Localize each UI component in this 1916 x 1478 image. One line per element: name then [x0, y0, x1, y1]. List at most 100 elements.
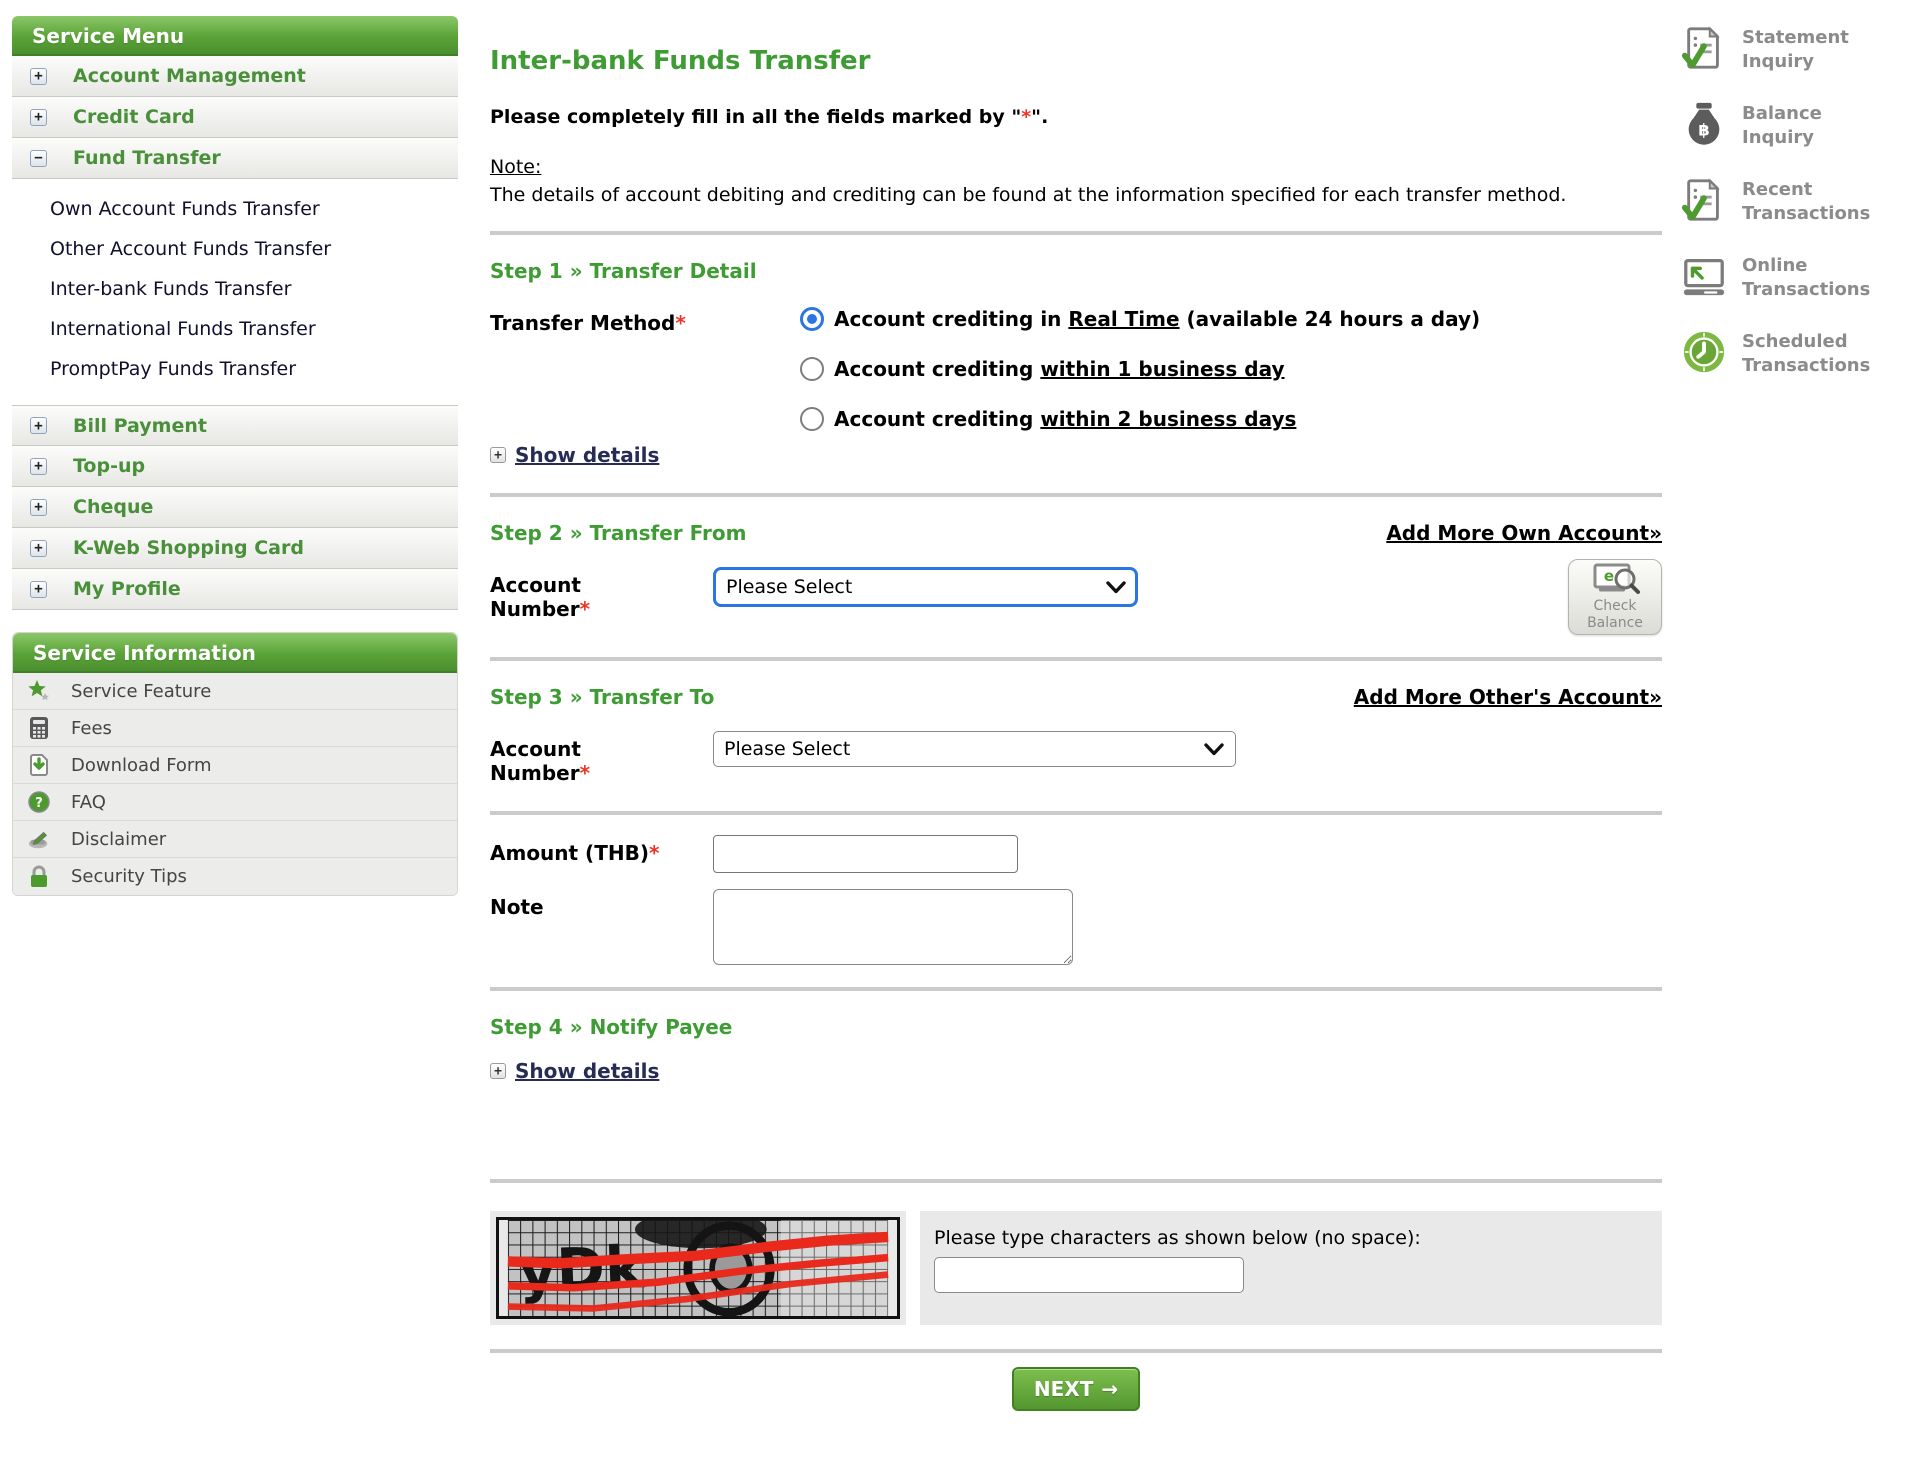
sidebar-item-account-management[interactable]: Account Management	[12, 56, 458, 97]
amount-label: Amount (THB)*	[490, 841, 660, 865]
divider	[490, 1349, 1662, 1353]
sidebar-item-fees[interactable]: Fees	[13, 710, 457, 747]
download-icon	[27, 753, 51, 777]
step4-show-details[interactable]: Show details	[490, 1059, 1662, 1083]
quick-link-recent-transactions[interactable]: Recent Transactions	[1680, 176, 1912, 226]
add-more-own-account-link[interactable]: Add More Own Account»	[1386, 521, 1662, 545]
quick-link-scheduled-transactions[interactable]: Scheduled Transactions	[1680, 328, 1912, 378]
radio-option-real-time[interactable]: Account crediting in Real Time (availabl…	[800, 307, 1662, 331]
service-menu-panel: Service Menu Account Management Credit C…	[12, 16, 458, 896]
service-information-header: Service Information	[13, 633, 457, 673]
sidebar-item-top-up[interactable]: Top-up	[12, 446, 458, 487]
divider	[490, 1179, 1662, 1183]
star-icon	[27, 679, 51, 703]
expand-icon[interactable]	[30, 417, 47, 434]
note-block: Note: The details of account debiting an…	[490, 156, 1662, 209]
statement-inquiry-icon	[1680, 24, 1728, 72]
required-asterisk: *	[1021, 106, 1032, 128]
sidebar-item-other-account-funds-transfer[interactable]: Other Account Funds Transfer	[12, 229, 458, 269]
radio-selected-icon[interactable]	[800, 307, 824, 331]
svg-text:yDk: yDk	[517, 1233, 646, 1305]
required-asterisk: *	[579, 597, 591, 621]
captcha-image: yDk	[496, 1217, 900, 1319]
calculator-icon	[27, 716, 51, 740]
divider	[490, 657, 1662, 661]
expand-icon[interactable]	[490, 447, 506, 463]
transfer-method-label: Transfer Method*	[490, 311, 686, 335]
captcha-prompt: Please type characters as shown below (n…	[934, 1227, 1421, 1249]
page-title: Inter-bank Funds Transfer	[490, 46, 871, 76]
radio-option-1-business-day[interactable]: Account crediting within 1 business day	[800, 357, 1662, 381]
account-to-select[interactable]: Please Select	[713, 731, 1236, 767]
service-information-panel: Service Information Service Feature Fees…	[12, 632, 458, 896]
account-to-select-wrap: Please Select	[713, 731, 1236, 767]
scheduled-transactions-icon	[1680, 328, 1728, 376]
expand-icon[interactable]	[30, 108, 47, 126]
sidebar-item-bill-payment[interactable]: Bill Payment	[12, 405, 458, 446]
divider	[490, 231, 1662, 235]
note-label: Note:	[490, 156, 542, 178]
step1-heading: Step 1 » Transfer Detail	[490, 259, 757, 283]
expand-icon[interactable]	[30, 67, 47, 85]
sidebar-item-disclaimer[interactable]: Disclaimer	[13, 821, 457, 858]
expand-icon[interactable]	[30, 539, 47, 557]
next-button[interactable]: NEXT →	[1012, 1367, 1140, 1411]
required-asterisk: *	[675, 311, 686, 335]
account-number-to-label: Account Number*	[490, 737, 591, 785]
amount-input[interactable]	[713, 835, 1018, 873]
sidebar-item-own-account-funds-transfer[interactable]: Own Account Funds Transfer	[12, 189, 458, 229]
balance-inquiry-icon: ฿	[1680, 100, 1728, 148]
transfer-method-options: Account crediting in Real Time (availabl…	[800, 307, 1662, 437]
sidebar-item-inter-bank-funds-transfer[interactable]: Inter-bank Funds Transfer	[12, 269, 458, 309]
note-textarea[interactable]	[713, 889, 1073, 965]
radio-unselected-icon[interactable]	[800, 407, 824, 431]
show-details-link[interactable]: Show details	[515, 443, 659, 467]
quick-link-statement-inquiry[interactable]: Statement Inquiry	[1680, 24, 1912, 74]
sidebar-item-promptpay-funds-transfer[interactable]: PromptPay Funds Transfer	[12, 349, 458, 389]
svg-text:?: ?	[35, 796, 43, 811]
expand-icon[interactable]	[30, 457, 47, 475]
sidebar-item-security-tips[interactable]: Security Tips	[13, 858, 457, 895]
divider	[490, 811, 1662, 815]
captcha-input[interactable]	[934, 1257, 1244, 1293]
sidebar-item-international-funds-transfer[interactable]: International Funds Transfer	[12, 309, 458, 349]
quick-link-balance-inquiry[interactable]: ฿ Balance Inquiry	[1680, 100, 1912, 150]
sidebar-item-kweb-shopping-card[interactable]: K-Web Shopping Card	[12, 528, 458, 569]
recent-transactions-icon	[1680, 176, 1728, 224]
sidebar-item-download-form[interactable]: Download Form	[13, 747, 457, 784]
online-transactions-icon	[1680, 252, 1728, 300]
svg-text:฿: ฿	[1698, 121, 1709, 140]
step2-heading: Step 2 » Transfer From	[490, 521, 747, 545]
radio-unselected-icon[interactable]	[800, 357, 824, 381]
quick-links-panel: Statement Inquiry ฿ Balance Inquiry Recent…	[1680, 24, 1912, 404]
sidebar-item-credit-card[interactable]: Credit Card	[12, 97, 458, 138]
sidebar-item-faq[interactable]: ? FAQ	[13, 784, 457, 821]
expand-icon[interactable]	[30, 580, 47, 598]
add-more-others-account-link[interactable]: Add More Other's Account»	[1354, 685, 1662, 709]
fund-transfer-submenu: Own Account Funds Transfer Other Account…	[12, 179, 458, 405]
show-details-link[interactable]: Show details	[515, 1059, 659, 1083]
sidebar-item-fund-transfer[interactable]: Fund Transfer	[12, 138, 458, 179]
quick-link-online-transactions[interactable]: Online Transactions	[1680, 252, 1912, 302]
check-balance-button[interactable]: e Check Balance	[1568, 559, 1662, 635]
divider	[490, 987, 1662, 991]
note-text: The details of account debiting and cred…	[490, 184, 1567, 206]
radio-option-2-business-days[interactable]: Account crediting within 2 business days	[800, 407, 1662, 431]
instruction-text: Please completely fill in all the fields…	[490, 106, 1049, 128]
expand-icon[interactable]	[490, 1063, 506, 1079]
sidebar-item-my-profile[interactable]: My Profile	[12, 569, 458, 610]
note-field-label: Note	[490, 895, 544, 919]
arrow-right-icon: →	[1101, 1377, 1119, 1401]
required-asterisk: *	[648, 841, 660, 865]
sidebar-item-cheque[interactable]: Cheque	[12, 487, 458, 528]
account-from-select[interactable]: Please Select	[713, 567, 1138, 607]
collapse-icon[interactable]	[30, 149, 47, 167]
expand-icon[interactable]	[30, 498, 47, 516]
step4-heading: Step 4 » Notify Payee	[490, 1015, 733, 1039]
service-menu-header: Service Menu	[12, 16, 458, 56]
sidebar-item-service-feature[interactable]: Service Feature	[13, 673, 457, 710]
step1-show-details[interactable]: Show details	[490, 443, 1662, 467]
account-number-from-label: Account Number*	[490, 573, 591, 621]
captcha-section: yDk Please type characters as shown belo…	[490, 1211, 1662, 1325]
lock-icon	[27, 865, 51, 889]
